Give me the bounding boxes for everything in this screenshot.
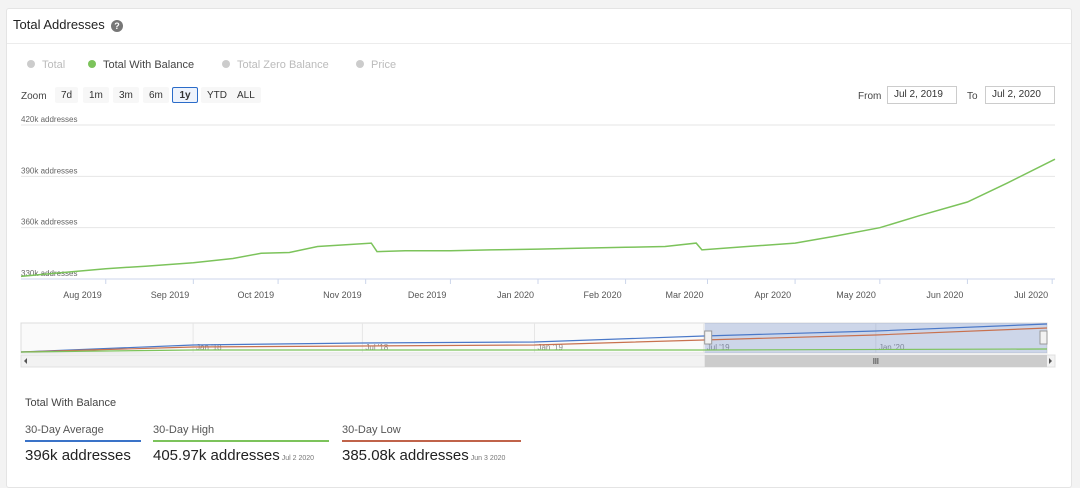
- stat-date: Jul 2 2020: [281, 455, 315, 462]
- x-tick-label: Oct 2019: [238, 290, 275, 300]
- stat-value: 385.08k addresses: [342, 447, 469, 464]
- navigator-handle: [704, 330, 713, 345]
- stat-value: 405.97k addresses: [153, 447, 280, 464]
- x-tick-label: Dec 2019: [408, 290, 447, 300]
- x-tick-label: Feb 2020: [584, 290, 622, 300]
- line-chart: 330k addresses360k addresses390k address…: [20, 115, 1056, 368]
- navigator-handle: [1039, 330, 1048, 345]
- x-tick-label: Jul 2020: [1014, 290, 1048, 300]
- x-tick-label: Nov 2019: [323, 290, 362, 300]
- x-tick-label: Mar 2020: [665, 290, 703, 300]
- x-tick-label: Sep 2019: [151, 290, 190, 300]
- x-tick-label: Jun 2020: [926, 290, 963, 300]
- stat-label[interactable]: 30-Day Average: [25, 424, 141, 442]
- y-tick-label: 360k addresses: [21, 218, 77, 227]
- y-tick-label: 420k addresses: [21, 115, 77, 124]
- x-tick-label: Apr 2020: [755, 290, 792, 300]
- stat-30-day-average: 30-Day Average 396k addresses: [25, 424, 141, 464]
- stat-date: Jun 3 2020: [470, 455, 506, 462]
- x-tick-label: Jan 2020: [497, 290, 534, 300]
- stat-30-day-high: 30-Day High 405.97k addresses Jul 2 2020: [153, 424, 329, 464]
- stat-label[interactable]: 30-Day High: [153, 424, 329, 442]
- stat-30-day-low: 30-Day Low 385.08k addresses Jun 3 2020: [342, 424, 521, 464]
- navigator-label: Jul '18: [365, 343, 388, 352]
- stat-label[interactable]: 30-Day Low: [342, 424, 521, 442]
- y-tick-label: 390k addresses: [21, 166, 77, 175]
- stat-value: 396k addresses: [25, 447, 131, 464]
- x-tick-label: Aug 2019: [63, 290, 102, 300]
- stats-title: Total With Balance: [25, 397, 117, 409]
- x-tick-label: May 2020: [836, 290, 876, 300]
- total-addresses-card: Total Addresses ? Total Total With Balan…: [6, 8, 1072, 488]
